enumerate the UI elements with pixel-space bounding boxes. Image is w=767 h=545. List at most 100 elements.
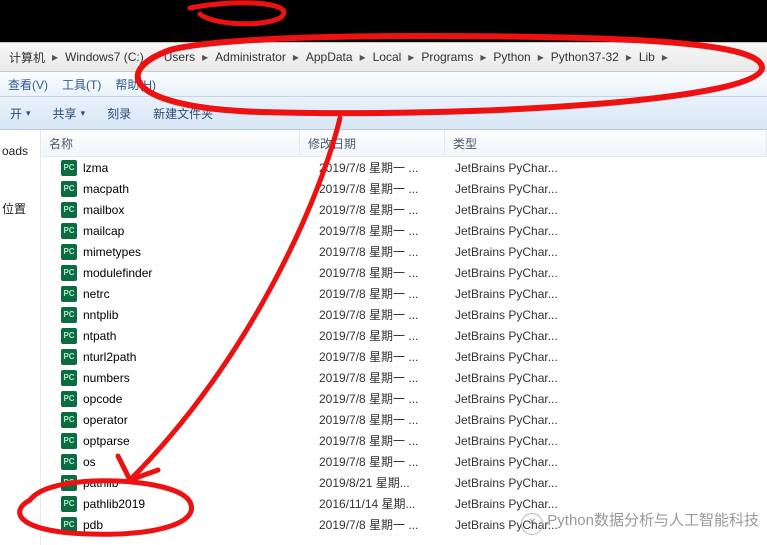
file-row[interactable]: PCmodulefinder2019/7/8 星期一 ...JetBrains … (41, 262, 767, 283)
chevron-right-icon: ▸ (660, 50, 670, 64)
file-type: JetBrains PyChar... (447, 266, 767, 280)
window-top-blackbar (0, 0, 767, 42)
file-date: 2019/7/8 星期一 ... (311, 369, 447, 386)
file-row[interactable]: PCmailbox2019/7/8 星期一 ...JetBrains PyCha… (41, 199, 767, 220)
file-list: PClzma2019/7/8 星期一 ...JetBrains PyChar..… (41, 157, 767, 545)
file-row[interactable]: PCnturl2path2019/7/8 星期一 ...JetBrains Py… (41, 346, 767, 367)
file-name: lzma (83, 161, 108, 175)
file-row[interactable]: PCpdb2019/7/8 星期一 ...JetBrains PyChar... (41, 514, 767, 535)
toolbar: 开 共享 刻录 新建文件夹 (0, 97, 767, 130)
file-type: JetBrains PyChar... (447, 476, 767, 490)
file-row[interactable]: PCpathlib2019/8/21 星期...JetBrains PyChar… (41, 472, 767, 493)
file-row[interactable]: PCnetrc2019/7/8 星期一 ...JetBrains PyChar.… (41, 283, 767, 304)
address-bar[interactable]: 计算机▸Windows7 (C:)▸Users▸Administrator▸Ap… (0, 42, 767, 72)
python-file-icon: PC (61, 433, 77, 449)
chevron-right-icon: ▸ (200, 50, 210, 64)
chevron-right-icon: ▸ (50, 50, 60, 64)
python-file-icon: PC (61, 391, 77, 407)
file-date: 2019/7/8 星期一 ... (311, 327, 447, 344)
chevron-right-icon: ▸ (406, 50, 416, 64)
breadcrumb-seg-6[interactable]: Programs (416, 48, 478, 66)
file-row[interactable]: PCnumbers2019/7/8 星期一 ...JetBrains PyCha… (41, 367, 767, 388)
file-date: 2019/7/8 星期一 ... (311, 306, 447, 323)
file-type: JetBrains PyChar... (447, 350, 767, 364)
sidebar-locations[interactable]: 位置 (0, 194, 40, 223)
breadcrumb-seg-8[interactable]: Python37-32 (546, 48, 624, 66)
python-file-icon: PC (61, 328, 77, 344)
file-row[interactable]: PCpathlib20192016/11/14 星期...JetBrains P… (41, 493, 767, 514)
column-name[interactable]: 名称 (41, 130, 300, 156)
file-date: 2019/7/8 星期一 ... (311, 201, 447, 218)
file-type: JetBrains PyChar... (447, 455, 767, 469)
file-date: 2019/7/8 星期一 ... (311, 180, 447, 197)
file-type: JetBrains PyChar... (447, 434, 767, 448)
file-name: mailcap (83, 224, 124, 238)
file-name: numbers (83, 371, 130, 385)
file-date: 2019/7/8 星期一 ... (311, 348, 447, 365)
file-name: ntpath (83, 329, 116, 343)
file-type: JetBrains PyChar... (447, 308, 767, 322)
python-file-icon: PC (61, 307, 77, 323)
python-file-icon: PC (61, 244, 77, 260)
file-row[interactable]: PCnntplib2019/7/8 星期一 ...JetBrains PyCha… (41, 304, 767, 325)
file-row[interactable]: PC ntpath 2019/7/8 星期一 ...JetBrains PyChar… (41, 325, 767, 346)
file-type: JetBrains PyChar... (447, 203, 767, 217)
python-file-icon: PC (61, 160, 77, 176)
file-row[interactable]: PCmailcap2019/7/8 星期一 ...JetBrains PyCha… (41, 220, 767, 241)
file-name: macpath (83, 182, 129, 196)
file-date: 2019/8/21 星期... (311, 474, 447, 491)
sidebar-downloads[interactable]: oads (0, 138, 40, 164)
chevron-right-icon: ▸ (536, 50, 546, 64)
breadcrumb-seg-1[interactable]: Windows7 (C:) (60, 48, 149, 66)
menu-bar: 查看(V) 工具(T) 帮助(H) (0, 72, 767, 97)
file-name: pathlib (83, 476, 118, 490)
python-file-icon: PC (61, 412, 77, 428)
file-row[interactable]: PCmimetypes2019/7/8 星期一 ...JetBrains PyC… (41, 241, 767, 262)
toolbar-newfolder[interactable]: 新建文件夹 (153, 105, 213, 122)
file-name: os (83, 455, 96, 469)
file-date: 2019/7/8 星期一 ... (311, 264, 447, 281)
breadcrumb-seg-9[interactable]: Lib (634, 48, 660, 66)
file-date: 2019/7/8 星期一 ... (311, 453, 447, 470)
breadcrumb-seg-4[interactable]: AppData (301, 48, 358, 66)
column-modified[interactable]: 修改日期 (300, 130, 445, 156)
file-type: JetBrains PyChar... (447, 413, 767, 427)
toolbar-open[interactable]: 开 (10, 105, 31, 122)
toolbar-burn[interactable]: 刻录 (107, 105, 131, 122)
file-name: pathlib2019 (83, 497, 145, 511)
file-date: 2019/7/8 星期一 ... (311, 432, 447, 449)
breadcrumb-seg-0[interactable]: 计算机 (4, 47, 50, 68)
menu-view[interactable]: 查看(V) (8, 76, 48, 93)
python-file-icon: PC (61, 349, 77, 365)
file-type: JetBrains PyChar... (447, 245, 767, 259)
file-row[interactable]: PCopcode2019/7/8 星期一 ...JetBrains PyChar… (41, 388, 767, 409)
file-row[interactable]: PCmacpath2019/7/8 星期一 ...JetBrains PyCha… (41, 178, 767, 199)
menu-tools[interactable]: 工具(T) (62, 76, 101, 93)
file-name: mimetypes (83, 245, 141, 259)
file-type: JetBrains PyChar... (447, 392, 767, 406)
python-file-icon: PC (61, 181, 77, 197)
file-row[interactable]: PCoperator2019/7/8 星期一 ...JetBrains PyCh… (41, 409, 767, 430)
breadcrumb-seg-3[interactable]: Administrator (210, 48, 291, 66)
file-row[interactable]: PCos2019/7/8 星期一 ...JetBrains PyChar... (41, 451, 767, 472)
breadcrumb-seg-5[interactable]: Local (368, 48, 407, 66)
python-file-icon: PC (61, 517, 77, 533)
menu-help[interactable]: 帮助(H) (115, 76, 156, 93)
sidebar: oads 位置 (0, 130, 41, 545)
column-type[interactable]: 类型 (445, 130, 767, 156)
breadcrumb-seg-2[interactable]: Users (159, 48, 200, 66)
python-file-icon: PC (61, 202, 77, 218)
file-type: JetBrains PyChar... (447, 329, 767, 343)
file-date: 2019/7/8 星期一 ... (311, 159, 447, 176)
toolbar-share[interactable]: 共享 (53, 105, 86, 122)
file-type: JetBrains PyChar... (447, 371, 767, 385)
breadcrumb-seg-7[interactable]: Python (488, 48, 535, 66)
file-type: JetBrains PyChar... (447, 224, 767, 238)
python-file-icon: PC (61, 265, 77, 281)
file-date: 2019/7/8 星期一 ... (311, 516, 447, 533)
file-row[interactable]: PCoptparse2019/7/8 星期一 ...JetBrains PyCh… (41, 430, 767, 451)
file-type: JetBrains PyChar... (447, 497, 767, 511)
file-type: JetBrains PyChar... (447, 161, 767, 175)
file-date: 2019/7/8 星期一 ... (311, 390, 447, 407)
file-row[interactable]: PC lzma 2019/7/8 星期一 ...JetBrains PyChar..… (41, 157, 767, 178)
